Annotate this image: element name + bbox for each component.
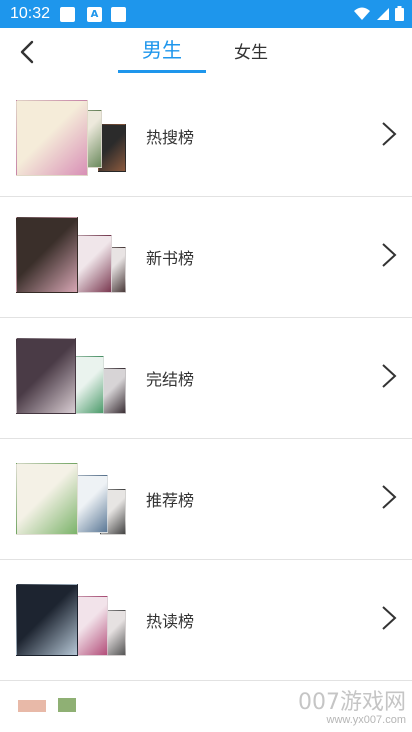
book-covers <box>16 459 128 537</box>
back-arrow-icon[interactable] <box>12 36 44 68</box>
ranking-label: 完结榜 <box>146 370 195 389</box>
ranking-label: 热搜榜 <box>146 128 195 147</box>
watermark: 007游戏网 www.yx007.com <box>298 684 406 726</box>
book-cover <box>72 356 104 414</box>
wifi-icon <box>354 7 370 20</box>
ranking-row-completed[interactable]: 完结榜 <box>0 318 412 439</box>
ranking-label: 热读榜 <box>146 612 195 631</box>
ranking-row-hot-search[interactable]: 热搜榜 <box>0 76 412 197</box>
signal-icon <box>377 7 389 20</box>
chevron-right-icon <box>382 485 397 509</box>
notification-icon <box>111 7 126 22</box>
chevron-right-icon <box>382 122 397 146</box>
top-bar: 男生 女生 <box>0 28 412 76</box>
book-cover <box>18 700 46 712</box>
book-covers <box>16 217 128 295</box>
book-covers <box>16 96 128 176</box>
book-cover <box>16 217 78 293</box>
chevron-right-icon <box>382 243 397 267</box>
notification-icon <box>60 7 75 22</box>
font-icon: A <box>87 7 102 22</box>
tab-female[interactable]: 女生 <box>234 38 268 63</box>
battery-icon <box>395 6 404 21</box>
book-covers <box>16 338 128 416</box>
active-tab-indicator <box>118 70 206 73</box>
ranking-row-recommended[interactable]: 推荐榜 <box>0 439 412 560</box>
chevron-right-icon <box>382 364 397 388</box>
book-cover <box>16 584 78 656</box>
status-time: 10:32 <box>10 5 51 22</box>
status-icons <box>353 6 404 21</box>
ranking-label: 推荐榜 <box>146 491 195 510</box>
ranking-list: 热搜榜 新书榜 完结榜 推荐榜 热读榜 <box>0 76 412 681</box>
chevron-right-icon <box>382 606 397 630</box>
tab-male[interactable]: 男生 <box>142 34 182 63</box>
book-cover <box>16 338 76 414</box>
ranking-row-hot-reads[interactable]: 热读榜 <box>0 560 412 681</box>
book-covers <box>16 580 128 658</box>
book-cover <box>58 698 76 712</box>
ranking-label: 新书榜 <box>146 249 195 268</box>
book-cover <box>16 463 78 535</box>
book-cover <box>16 100 88 176</box>
ranking-row-new-books[interactable]: 新书榜 <box>0 197 412 318</box>
status-bar: 10:32 A <box>0 0 412 28</box>
watermark-title: 007游戏网 <box>298 690 406 715</box>
book-cover <box>98 124 126 172</box>
